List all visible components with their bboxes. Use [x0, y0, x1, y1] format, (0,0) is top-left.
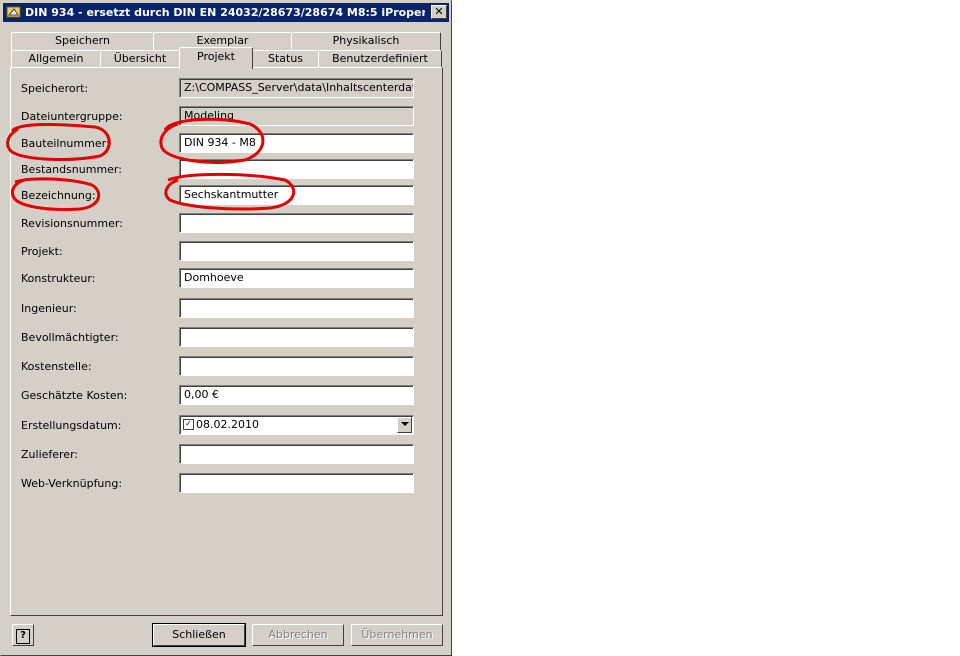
uebernehmen-button[interactable]: Übernehmen	[351, 624, 443, 646]
tab-label: Status	[267, 52, 304, 65]
tab-label: Allgemein	[28, 52, 84, 65]
bestandsnummer-input[interactable]	[179, 159, 414, 179]
date-dropdown-button[interactable]	[397, 417, 412, 433]
zulieferer-input[interactable]	[179, 444, 414, 464]
tab-label: Übersicht	[113, 52, 167, 65]
speicherort-label: Speicherort:	[21, 82, 89, 95]
iproperties-dialog: DIN 934 - ersetzt durch DIN EN 24032/286…	[0, 0, 452, 656]
tab-projekt[interactable]: Projekt	[179, 47, 253, 69]
schliessen-button[interactable]: Schließen	[152, 623, 246, 647]
tab-allgemein[interactable]: Allgemein	[11, 50, 101, 68]
app-icon	[6, 6, 21, 18]
tab-label: Speichern	[55, 34, 110, 47]
tab-status[interactable]: Status	[252, 50, 319, 68]
help-icon: ?	[16, 629, 30, 644]
projekt-label: Projekt:	[21, 245, 63, 258]
geschaetzte-kosten-label: Geschätzte Kosten:	[21, 389, 128, 402]
revisionsnummer-input[interactable]	[179, 213, 414, 233]
tab-label: Projekt	[197, 50, 235, 63]
bevollmaechtigter-label: Bevollmächtigter:	[21, 331, 119, 344]
tab-label: Physikalisch	[332, 34, 400, 47]
ingenieur-label: Ingenieur:	[21, 302, 77, 315]
tab-benutzerdefiniert[interactable]: Benutzerdefiniert	[318, 50, 442, 68]
help-button[interactable]: ?	[12, 624, 34, 646]
konstrukteur-input[interactable]: Domhoeve	[179, 268, 414, 288]
date-enabled-checkbox[interactable]: ✓	[183, 418, 194, 430]
tab-label: Exemplar	[196, 34, 249, 47]
close-button[interactable]: ✕	[431, 5, 447, 19]
revisionsnummer-label: Revisionsnummer:	[21, 217, 123, 230]
erstellungsdatum-value: 08.02.2010	[196, 418, 259, 431]
erstellungsdatum-label: Erstellungsdatum:	[21, 419, 122, 432]
web-verknuepfung-input[interactable]	[179, 473, 414, 493]
dateiuntergruppe-label: Dateiuntergruppe:	[21, 110, 123, 123]
dateiuntergruppe-field: Modeling	[179, 106, 414, 126]
bezeichnung-input[interactable]: Sechskantmutter	[179, 185, 414, 205]
geschaetzte-kosten-input[interactable]: 0,00 €	[179, 385, 414, 405]
konstrukteur-label: Konstrukteur:	[21, 272, 96, 285]
abbrechen-button[interactable]: Abbrechen	[252, 624, 344, 646]
kostenstelle-input[interactable]	[179, 356, 414, 376]
tab-label: Benutzerdefiniert	[332, 52, 428, 65]
bezeichnung-label: Bezeichnung:	[21, 189, 96, 202]
bevollmaechtigter-input[interactable]	[179, 327, 414, 347]
kostenstelle-label: Kostenstelle:	[21, 360, 92, 373]
erstellungsdatum-picker[interactable]: ✓ 08.02.2010	[179, 415, 414, 435]
projekt-input[interactable]	[179, 241, 414, 261]
tab-speichern[interactable]: Speichern	[11, 32, 154, 50]
close-icon: ✕	[434, 5, 444, 18]
speicherort-field: Z:\COMPASS_Server\data\Inhaltscenterdate…	[179, 78, 414, 98]
bestandsnummer-label: Bestandsnummer:	[21, 163, 122, 176]
title-bar[interactable]: DIN 934 - ersetzt durch DIN EN 24032/286…	[3, 3, 449, 22]
bauteilnummer-label: Bauteilnummer:	[21, 137, 110, 150]
chevron-down-icon	[400, 422, 409, 426]
zulieferer-label: Zulieferer:	[21, 448, 79, 461]
bauteilnummer-input[interactable]: DIN 934 - M8	[179, 133, 414, 153]
tab-uebersicht[interactable]: Übersicht	[100, 50, 180, 68]
tab-physikalisch[interactable]: Physikalisch	[291, 32, 441, 50]
window-title: DIN 934 - ersetzt durch DIN EN 24032/286…	[25, 6, 425, 19]
web-verknuepfung-label: Web-Verknüpfung:	[21, 477, 123, 490]
ingenieur-input[interactable]	[179, 298, 414, 318]
